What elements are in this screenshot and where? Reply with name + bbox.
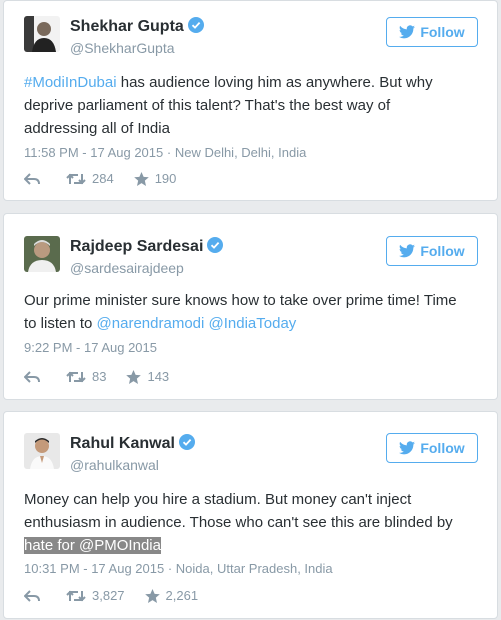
tweet-card-shekhar-gupta: Shekhar Gupta @ShekharGupta Follow #Modi…: [3, 0, 498, 201]
star-icon: [126, 369, 142, 384]
tweet-text-segment: to listen to: [24, 315, 97, 332]
reply-icon: [24, 370, 40, 383]
retweet-button[interactable]: 284: [66, 171, 114, 186]
tweet-card-rajdeep-sardesai: Rajdeep Sardesai @sardesairajdeep Follow…: [3, 213, 498, 400]
favorite-button[interactable]: 190: [133, 171, 177, 186]
favorite-count: 190: [154, 171, 177, 186]
display-name-text[interactable]: Rajdeep Sardesai: [70, 238, 203, 255]
timestamp-link[interactable]: 9:22 PM - 17 Aug 2015: [24, 340, 157, 355]
star-icon: [133, 171, 149, 186]
tweet-text: Money can help you hire a stadium. But m…: [24, 488, 479, 557]
retweet-count: 284: [92, 171, 114, 186]
retweet-icon: [66, 173, 86, 184]
tweet-text-segment: deprive parliament of this talent? That'…: [24, 97, 391, 114]
mention-link-narendramodi[interactable]: @narendramodi: [97, 315, 205, 332]
tweet-actions: 83 143: [24, 369, 189, 384]
tweet-card-rahul-kanwal: Rahul Kanwal @rahulkanwal Follow Money c…: [3, 411, 498, 619]
tweet-meta: 9:22 PM - 17 Aug 2015: [24, 340, 157, 355]
retweet-count: 83: [92, 369, 107, 384]
follow-label: Follow: [420, 24, 465, 40]
tweet-text-segment: enthusiasm in audience. Those who can't …: [24, 514, 453, 531]
tweet-text-segment: Money can help you hire a stadium. But m…: [24, 491, 412, 508]
retweet-icon: [66, 371, 86, 382]
reply-icon: [24, 589, 40, 602]
tweet-actions: 284 190: [24, 171, 196, 186]
reply-icon: [24, 172, 40, 185]
display-name-text[interactable]: Rahul Kanwal: [70, 435, 175, 452]
verified-badge-icon: [178, 434, 195, 450]
follow-button[interactable]: Follow: [386, 433, 478, 463]
twitter-bird-icon: [399, 244, 416, 258]
follow-label: Follow: [420, 243, 465, 259]
retweet-icon: [66, 590, 86, 601]
retweet-button[interactable]: 83: [66, 369, 106, 384]
meta-separator: ·: [166, 145, 175, 160]
retweet-button[interactable]: 3,827: [66, 588, 125, 603]
display-name-text[interactable]: Shekhar Gupta: [70, 18, 184, 35]
tweet-meta: 11:58 PM - 17 Aug 2015 · New Delhi, Delh…: [24, 145, 306, 160]
tweet-text: #ModiInDubai has audience loving him as …: [24, 71, 479, 140]
location-link[interactable]: New Delhi, Delhi, India: [175, 145, 307, 160]
display-name[interactable]: Shekhar Gupta: [70, 17, 204, 36]
favorite-button[interactable]: 143: [126, 369, 169, 384]
avatar[interactable]: [24, 16, 60, 52]
timestamp-link[interactable]: 10:31 PM - 17 Aug 2015: [24, 561, 164, 576]
tweet-text-segment: has audience loving him as anywhere. But…: [116, 74, 433, 91]
twitter-bird-icon: [399, 441, 416, 455]
timestamp-link[interactable]: 11:58 PM - 17 Aug 2015: [24, 145, 163, 160]
avatar[interactable]: [24, 433, 60, 469]
star-icon: [144, 588, 160, 603]
tweet-text: Our prime minister sure knows how to tak…: [24, 289, 479, 335]
highlighted-text-selection[interactable]: hate for @PMOIndia: [24, 537, 161, 554]
display-name[interactable]: Rahul Kanwal: [70, 434, 195, 453]
retweet-count: 3,827: [92, 588, 125, 603]
reply-button[interactable]: [24, 589, 46, 603]
user-handle[interactable]: @ShekharGupta: [70, 40, 175, 56]
tweet-actions: 3,827 2,261: [24, 588, 218, 603]
favorite-count: 143: [147, 369, 170, 384]
hashtag-link[interactable]: #ModiInDubai: [24, 74, 117, 91]
display-name[interactable]: Rajdeep Sardesai: [70, 237, 224, 256]
favorite-button[interactable]: 2,261: [144, 588, 199, 603]
reply-button[interactable]: [24, 370, 46, 384]
user-handle[interactable]: @sardesairajdeep: [70, 260, 184, 276]
follow-button[interactable]: Follow: [386, 236, 478, 266]
tweet-text-segment: Our prime minister sure knows how to tak…: [24, 292, 457, 309]
favorite-count: 2,261: [165, 588, 199, 603]
twitter-bird-icon: [399, 25, 416, 39]
tweet-text-segment: addressing all of India: [24, 120, 170, 137]
meta-separator: ·: [167, 561, 176, 576]
location-link[interactable]: Noida, Uttar Pradesh, India: [176, 561, 333, 576]
user-handle[interactable]: @rahulkanwal: [70, 457, 159, 473]
verified-badge-icon: [187, 17, 204, 33]
verified-badge-icon: [207, 237, 224, 253]
tweet-meta: 10:31 PM - 17 Aug 2015 · Noida, Uttar Pr…: [24, 561, 333, 576]
avatar[interactable]: [24, 236, 60, 272]
follow-button[interactable]: Follow: [386, 17, 478, 47]
follow-label: Follow: [420, 440, 465, 456]
mention-link-indiatoday[interactable]: @IndiaToday: [209, 315, 297, 332]
reply-button[interactable]: [24, 172, 46, 186]
